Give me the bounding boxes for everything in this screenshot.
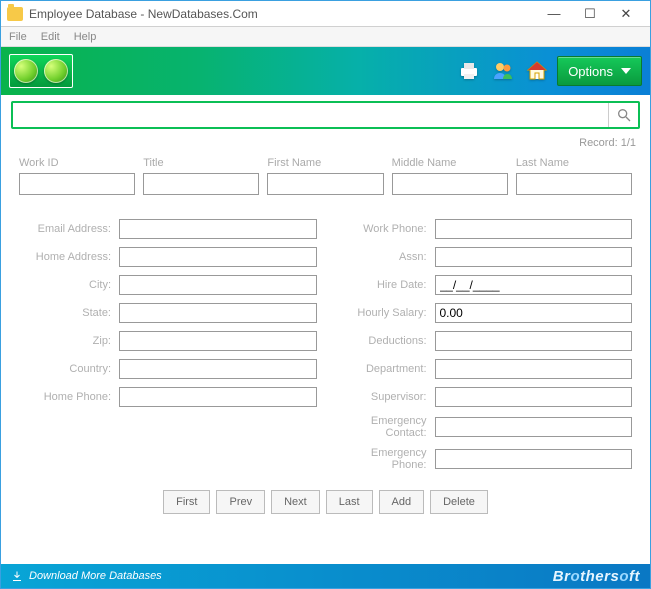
input-email[interactable] xyxy=(119,219,317,239)
label-first-name: First Name xyxy=(267,157,383,169)
input-assn[interactable] xyxy=(435,247,633,267)
record-nav: First Prev Next Last Add Delete xyxy=(1,490,650,514)
label-email: Email Address: xyxy=(19,223,111,235)
chevron-down-icon xyxy=(621,68,631,74)
input-work-phone[interactable] xyxy=(435,219,633,239)
toolbar-nav-group xyxy=(9,54,73,88)
label-department: Department: xyxy=(335,363,427,375)
search-bar xyxy=(11,101,640,129)
input-emergency-phone[interactable] xyxy=(435,449,633,469)
label-deductions: Deductions: xyxy=(335,335,427,347)
brand-logo: Brothersoft xyxy=(553,568,640,585)
input-title[interactable] xyxy=(143,173,259,195)
right-column: Work Phone: Assn: Hire Date: Hourly Sala… xyxy=(335,219,633,471)
search-button[interactable] xyxy=(608,103,638,127)
label-assn: Assn: xyxy=(335,251,427,263)
window-title: Employee Database - NewDatabases.Com xyxy=(29,7,258,21)
input-middle-name[interactable] xyxy=(392,173,508,195)
next-button[interactable]: Next xyxy=(271,490,320,514)
input-home-address[interactable] xyxy=(119,247,317,267)
input-state[interactable] xyxy=(119,303,317,323)
menu-help[interactable]: Help xyxy=(74,31,97,43)
folder-icon xyxy=(7,7,23,21)
first-button[interactable]: First xyxy=(163,490,210,514)
label-supervisor: Supervisor: xyxy=(335,391,427,403)
options-label: Options xyxy=(568,64,613,79)
nav-forward-icon[interactable] xyxy=(44,59,68,83)
label-hire-date: Hire Date: xyxy=(335,279,427,291)
maximize-button[interactable]: ☐ xyxy=(572,4,608,24)
record-counter: Record: 1/1 xyxy=(579,137,636,149)
input-last-name[interactable] xyxy=(516,173,632,195)
input-deductions[interactable] xyxy=(435,331,633,351)
label-state: State: xyxy=(19,307,111,319)
label-home-phone: Home Phone: xyxy=(19,391,111,403)
input-hire-date[interactable] xyxy=(435,275,633,295)
label-city: City: xyxy=(19,279,111,291)
input-department[interactable] xyxy=(435,359,633,379)
last-button[interactable]: Last xyxy=(326,490,373,514)
input-hourly-salary[interactable] xyxy=(435,303,633,323)
input-first-name[interactable] xyxy=(267,173,383,195)
delete-button[interactable]: Delete xyxy=(430,490,488,514)
footer: Download More Databases Brothersoft xyxy=(1,564,650,588)
label-title: Title xyxy=(143,157,259,169)
download-icon xyxy=(11,570,23,582)
input-emergency-contact[interactable] xyxy=(435,417,633,437)
label-emergency-phone: Emergency Phone: xyxy=(335,447,427,471)
options-button[interactable]: Options xyxy=(557,56,642,86)
titlebar: Employee Database - NewDatabases.Com — ☐… xyxy=(1,1,650,27)
left-column: Email Address: Home Address: City: State… xyxy=(19,219,317,471)
label-work-id: Work ID xyxy=(19,157,135,169)
menu-file[interactable]: File xyxy=(9,31,27,43)
input-work-id[interactable] xyxy=(19,173,135,195)
menu-edit[interactable]: Edit xyxy=(41,31,60,43)
label-last-name: Last Name xyxy=(516,157,632,169)
input-home-phone[interactable] xyxy=(119,387,317,407)
label-zip: Zip: xyxy=(19,335,111,347)
label-middle-name: Middle Name xyxy=(392,157,508,169)
label-emergency-contact: Emergency Contact: xyxy=(335,415,427,439)
printer-icon[interactable] xyxy=(455,57,483,85)
minimize-button[interactable]: — xyxy=(536,4,572,24)
nav-back-icon[interactable] xyxy=(14,59,38,83)
toolbar: Options xyxy=(1,47,650,95)
header-row: Work ID Title First Name Middle Name Las… xyxy=(19,157,632,195)
prev-button[interactable]: Prev xyxy=(216,490,265,514)
menubar: File Edit Help xyxy=(1,27,650,47)
input-city[interactable] xyxy=(119,275,317,295)
input-zip[interactable] xyxy=(119,331,317,351)
details-grid: Email Address: Home Address: City: State… xyxy=(19,219,632,471)
download-link[interactable]: Download More Databases xyxy=(11,570,162,582)
input-supervisor[interactable] xyxy=(435,387,633,407)
label-country: Country: xyxy=(19,363,111,375)
close-button[interactable]: ✕ xyxy=(608,4,644,24)
add-button[interactable]: Add xyxy=(379,490,425,514)
page-body: Record: 1/1 Work ID Title First Name Mid… xyxy=(1,95,650,564)
label-hourly-salary: Hourly Salary: xyxy=(335,307,427,319)
form-area: Work ID Title First Name Middle Name Las… xyxy=(19,157,632,484)
home-icon[interactable] xyxy=(523,57,551,85)
users-icon[interactable] xyxy=(489,57,517,85)
search-icon xyxy=(616,107,632,123)
label-home-address: Home Address: xyxy=(19,251,111,263)
download-label: Download More Databases xyxy=(29,570,162,582)
input-country[interactable] xyxy=(119,359,317,379)
label-work-phone: Work Phone: xyxy=(335,223,427,235)
app-window: Employee Database - NewDatabases.Com — ☐… xyxy=(0,0,651,589)
